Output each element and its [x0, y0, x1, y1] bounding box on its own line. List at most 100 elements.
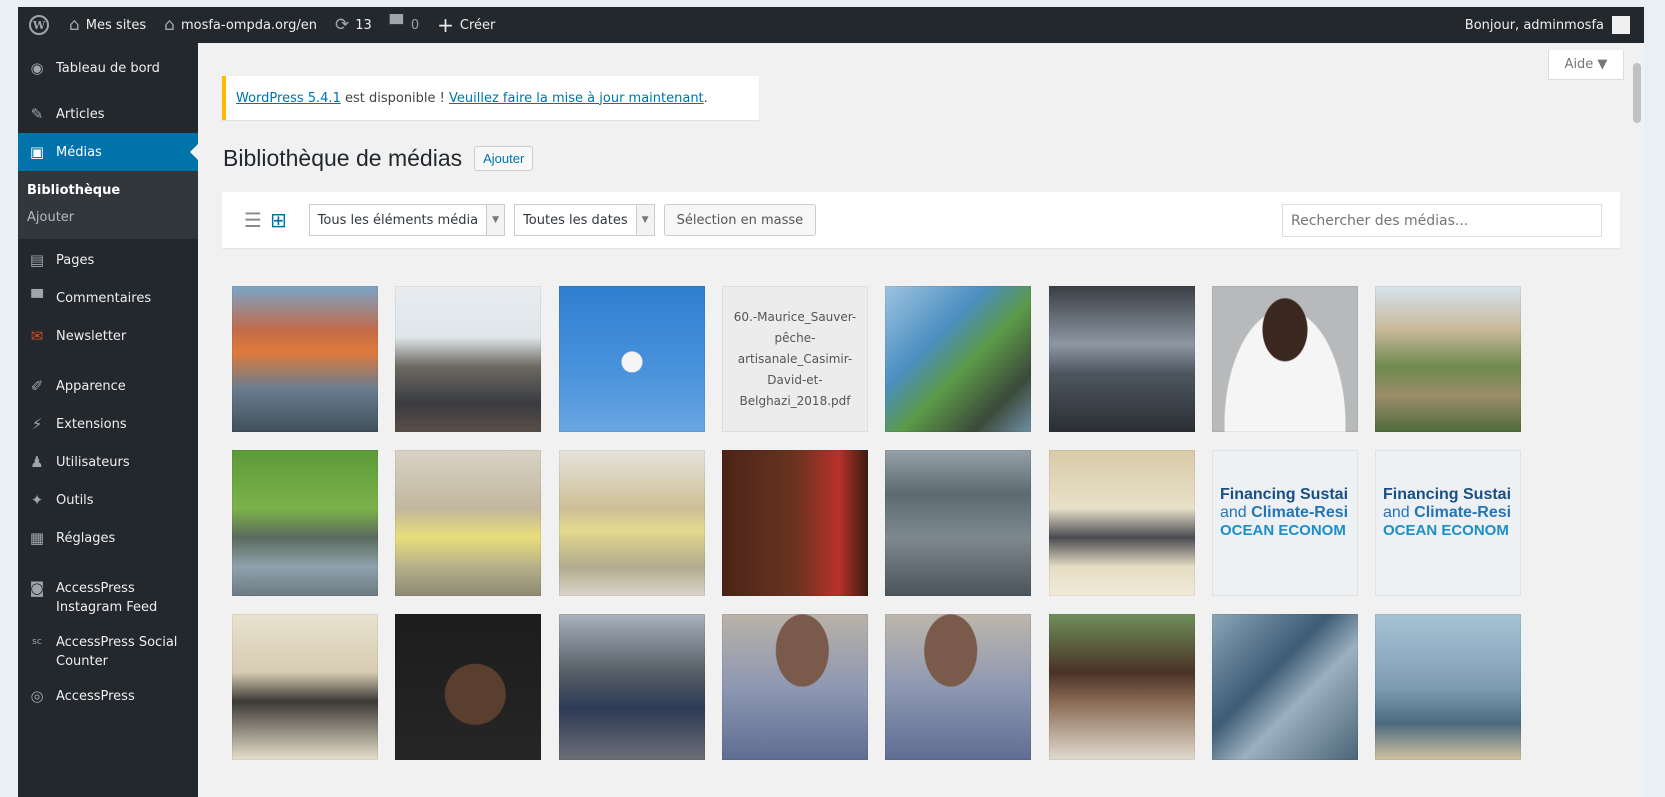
- sidebar-item-accesspress[interactable]: ◎ AccessPress: [18, 677, 198, 715]
- sidebar-item-users[interactable]: ♟ Utilisateurs: [18, 443, 198, 481]
- date-filter-value: Toutes les dates: [523, 212, 628, 228]
- instagram-icon: ◙: [29, 579, 45, 597]
- plus-icon: +: [437, 13, 454, 37]
- my-sites-label: Mes sites: [85, 17, 147, 33]
- media-tile[interactable]: [1375, 286, 1521, 432]
- refresh-icon: ⟳: [335, 15, 350, 35]
- notice-period: .: [703, 90, 708, 106]
- sidebar-item-label: Réglages: [56, 530, 116, 546]
- sidebar-item-articles[interactable]: ✎ Articles: [18, 95, 198, 133]
- sidebar-item-appearance[interactable]: ✐ Apparence: [18, 367, 198, 405]
- date-filter[interactable]: Toutes les dates ▼: [514, 204, 655, 236]
- submenu-library[interactable]: Bibliothèque: [18, 177, 198, 204]
- comments-menu[interactable]: ▀ 0: [381, 7, 428, 43]
- media-tile[interactable]: [1212, 614, 1358, 760]
- sidebar-item-label: Commentaires: [56, 290, 152, 306]
- newsletter-icon: ✉: [30, 327, 44, 345]
- dashboard-icon: ◉: [30, 59, 44, 77]
- bulk-select-button[interactable]: Sélection en masse: [663, 204, 817, 236]
- media-tile[interactable]: [395, 450, 541, 596]
- media-tile[interactable]: [885, 450, 1031, 596]
- sidebar-item-extensions[interactable]: ⚡ Extensions: [18, 405, 198, 443]
- media-tile[interactable]: [1049, 450, 1195, 596]
- media-tile[interactable]: [1375, 614, 1521, 760]
- submenu-add[interactable]: Ajouter: [18, 204, 198, 231]
- page-icon: ▤: [29, 251, 45, 269]
- avatar: [1612, 16, 1630, 34]
- media-tile[interactable]: [722, 614, 868, 760]
- media-tile[interactable]: Financing Sustai and Climate-Resi OCEAN …: [1375, 450, 1521, 596]
- media-tile[interactable]: [559, 614, 705, 760]
- sidebar-item-pages[interactable]: ▤ Pages: [18, 241, 198, 279]
- sidebar-item-accesspress-instagram[interactable]: ◙ AccessPress Instagram Feed: [18, 569, 198, 623]
- update-notice: WordPress 5.4.1 est disponible ! Veuille…: [222, 76, 759, 120]
- sidebar-item-tools[interactable]: ✦ Outils: [18, 481, 198, 519]
- sidebar-item-newsletter[interactable]: ✉ Newsletter: [18, 317, 198, 355]
- pdf-document-tile[interactable]: 60.-Maurice_Sauver-pêche-artisanale_Casi…: [722, 286, 868, 432]
- media-type-filter[interactable]: Tous les éléments média ▼: [308, 204, 506, 236]
- ocean-title-line2b: Climate-Resi: [1414, 504, 1512, 521]
- wp-admin-window: W ⌂ Mes sites ⌂ mosfa-ompda.org/en ⟳ 13 …: [18, 7, 1644, 797]
- media-tile[interactable]: [232, 286, 378, 432]
- notice-text: est disponible !: [340, 90, 450, 106]
- media-tile[interactable]: [885, 614, 1031, 760]
- my-sites-menu[interactable]: ⌂ Mes sites: [60, 7, 155, 43]
- scrollbar-thumb[interactable]: [1633, 63, 1641, 123]
- media-tile[interactable]: [722, 450, 868, 596]
- media-tile[interactable]: [1049, 286, 1195, 432]
- ocean-title-line1: Financing Sustai: [1383, 486, 1512, 503]
- pin-icon: ✎: [30, 105, 44, 123]
- site-name-menu[interactable]: ⌂ mosfa-ompda.org/en: [155, 7, 326, 43]
- sidebar-item-media[interactable]: ▣ Médias: [18, 133, 198, 171]
- new-content-menu[interactable]: + Créer: [428, 7, 504, 43]
- media-tile[interactable]: Financing Sustai and Climate-Resi OCEAN …: [1212, 450, 1358, 596]
- media-tile[interactable]: [1049, 614, 1195, 760]
- sidebar-item-label: Pages: [56, 252, 95, 268]
- chevron-down-icon: ▼: [486, 205, 505, 235]
- accesspress-icon: ◎: [30, 687, 44, 705]
- sidebar-item-accesspress-social[interactable]: sc AccessPress Social Counter: [18, 623, 198, 677]
- new-content-label: Créer: [459, 17, 496, 33]
- page-title: Bibliothèque de médias Ajouter: [223, 145, 534, 172]
- add-media-button[interactable]: Ajouter: [474, 146, 534, 171]
- updates-menu[interactable]: ⟳ 13: [326, 7, 381, 43]
- wrench-icon: ✦: [30, 491, 44, 509]
- media-tile[interactable]: [559, 450, 705, 596]
- users-icon: ♟: [30, 453, 44, 471]
- sidebar-item-comments[interactable]: ▀ Commentaires: [18, 279, 198, 317]
- sidebar-item-label: Articles: [56, 106, 105, 122]
- media-tile[interactable]: [885, 286, 1031, 432]
- help-tab-button[interactable]: Aide ▼: [1548, 50, 1624, 80]
- media-tile[interactable]: [1212, 286, 1358, 432]
- sidebar-item-label: Utilisateurs: [56, 454, 130, 470]
- list-view-icon[interactable]: ☰: [244, 208, 262, 232]
- media-tile[interactable]: [232, 614, 378, 760]
- media-tile[interactable]: [395, 286, 541, 432]
- greeting-label: Bonjour, adminmosfa: [1464, 17, 1604, 33]
- sidebar-item-label: Apparence: [56, 378, 126, 394]
- ocean-title-line3: OCEAN ECONOM: [1383, 522, 1509, 539]
- search-input[interactable]: [1282, 204, 1602, 237]
- sidebar-item-settings[interactable]: ▦ Réglages: [18, 519, 198, 557]
- media-tile[interactable]: [232, 450, 378, 596]
- wordpress-version-link[interactable]: WordPress 5.4.1: [236, 91, 341, 106]
- admin-sidebar: ◉ Tableau de bord ✎ Articles ▣ Médias Bi…: [18, 43, 198, 797]
- media-tile[interactable]: [559, 286, 705, 432]
- account-menu[interactable]: Bonjour, adminmosfa: [1465, 7, 1630, 43]
- media-tile[interactable]: [395, 614, 541, 760]
- sidebar-item-dashboard[interactable]: ◉ Tableau de bord: [18, 49, 198, 87]
- sidebar-item-label: Newsletter: [56, 328, 127, 344]
- sidebar-item-label: AccessPress Social Counter: [56, 635, 178, 669]
- wordpress-logo-icon: W: [29, 15, 49, 35]
- sidebar-item-label: Extensions: [56, 416, 127, 432]
- home-icon: ⌂: [164, 15, 175, 35]
- plugin-icon: ⚡: [31, 415, 43, 433]
- page-title-text: Bibliothèque de médias: [223, 145, 463, 171]
- update-now-link[interactable]: Veuillez faire la mise à jour maintenant: [449, 91, 704, 106]
- wp-logo-menu[interactable]: W: [18, 7, 60, 43]
- page-scrollbar[interactable]: [1630, 43, 1644, 797]
- sidebar-item-label: AccessPress: [56, 688, 135, 704]
- media-grid: 60.-Maurice_Sauver-pêche-artisanale_Casi…: [232, 286, 1532, 797]
- pdf-filename: 60.-Maurice_Sauver-pêche-artisanale_Casi…: [733, 309, 857, 408]
- grid-view-icon[interactable]: ⊞: [270, 208, 287, 232]
